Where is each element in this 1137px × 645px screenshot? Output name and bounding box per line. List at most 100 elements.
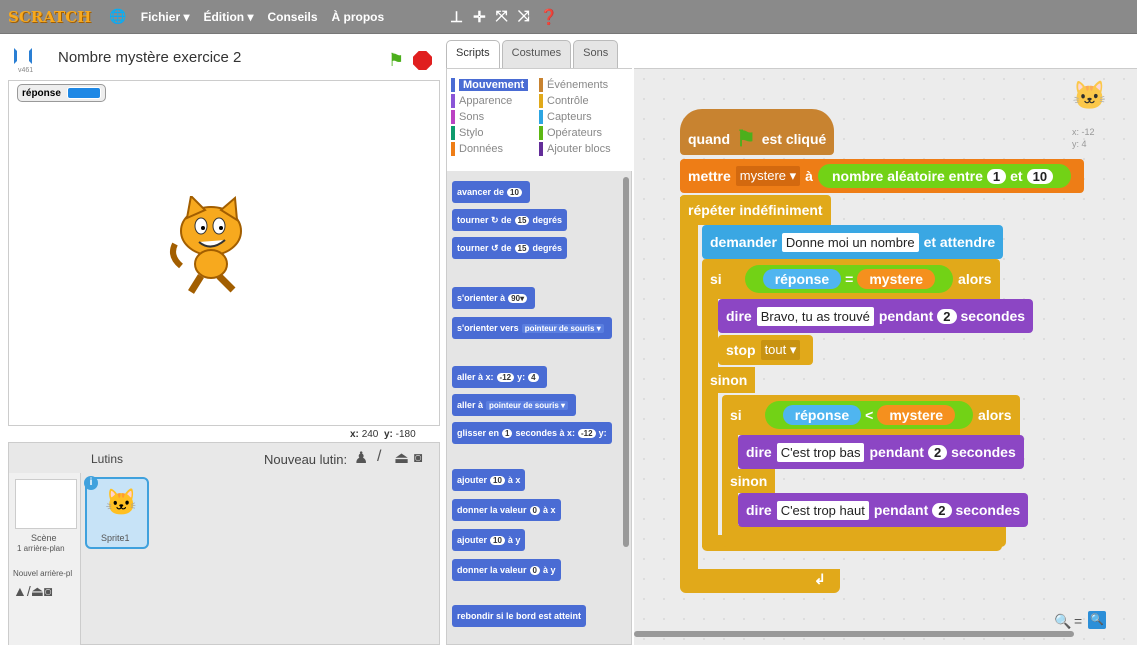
grow-icon[interactable]: ⤧	[496, 8, 508, 26]
zoom-in-icon[interactable]: 🔍	[1088, 611, 1106, 629]
block-tourner-droite[interactable]: tourner ↻ de 15 degrés	[452, 209, 567, 231]
block-tourner-gauche[interactable]: tourner ↺ de 15 degrés	[452, 237, 567, 259]
random-block[interactable]: nombre aléatoire entre 1 et 10	[817, 164, 1072, 188]
stage-header: v461 Nombre mystère exercice 2 ⚑	[8, 40, 440, 80]
say-block-3[interactable]: dire C'est trop haut pendant 2 secondes	[738, 493, 1029, 527]
equals-operator[interactable]: réponse = mystere	[744, 265, 954, 293]
stage[interactable]: réponse	[8, 80, 440, 426]
category-operateurs[interactable]: Opérateurs	[539, 125, 627, 141]
tab-sounds[interactable]: Sons	[573, 40, 619, 68]
horizontal-scrollbar[interactable]	[634, 631, 1074, 637]
stop-block[interactable]: stop tout ▾	[718, 335, 814, 365]
block-avancer[interactable]: avancer de 10	[452, 181, 530, 203]
else-label-2: sinon	[722, 469, 776, 493]
variable-monitor[interactable]: réponse	[17, 84, 106, 102]
else-label-1: sinon	[702, 367, 756, 393]
ask-block[interactable]: demander Donne moi un nombre et attendre	[702, 225, 1004, 259]
category-controle[interactable]: Contrôle	[539, 93, 627, 109]
palette-scrollbar[interactable]	[623, 177, 629, 547]
new-sprite-label: Nouveau lutin:	[264, 452, 348, 467]
paint-icon[interactable]: /	[377, 448, 381, 466]
random-max-input[interactable]: 10	[1026, 168, 1054, 184]
block-donner-y[interactable]: donner la valeur 0 à y	[452, 559, 561, 581]
random-min-input[interactable]: 1	[986, 168, 1007, 184]
sprite-library-icon[interactable]: ♟	[354, 448, 368, 468]
if-block-2-bottom	[722, 525, 1006, 547]
zoom-reset-icon[interactable]: =	[1074, 613, 1082, 629]
block-donner-x[interactable]: donner la valeur 0 à x	[452, 499, 561, 521]
upload-icon[interactable]: ⏏	[394, 448, 409, 468]
globe-icon[interactable]: 🌐	[109, 8, 126, 25]
seconds-input-2[interactable]: 2	[927, 444, 948, 460]
stage-coordinates: x: 240 y: -180	[350, 429, 416, 440]
block-orienter-vers[interactable]: s'orienter vers pointeur de souris ▾	[452, 317, 612, 339]
when-flag-clicked-block[interactable]: quand ⚑ est cliqué	[680, 109, 835, 155]
scene-thumbnail[interactable]	[15, 479, 77, 529]
stop-icon[interactable]	[413, 51, 432, 70]
cut-icon[interactable]: ✛	[473, 8, 486, 26]
less-than-operator[interactable]: réponse < mystere	[764, 401, 974, 429]
scene-panel[interactable]: Scène 1 arrière-plan Nouvel arrière-pl ▲…	[9, 473, 81, 645]
block-ajouter-y[interactable]: ajouter 10 à y	[452, 529, 526, 551]
forever-block[interactable]: répéter indéfiniment	[680, 195, 831, 225]
set-variable-block[interactable]: mettre mystere ▾ à nombre aléatoire entr…	[680, 159, 1085, 193]
category-apparence[interactable]: Apparence	[451, 93, 539, 109]
block-rebondir[interactable]: rebondir si le bord est atteint	[452, 605, 587, 627]
green-flag-icon: ⚑	[736, 126, 756, 151]
menu-file[interactable]: Fichier ▾	[141, 10, 190, 24]
seconds-input-3[interactable]: 2	[932, 502, 952, 518]
cat-sprite-icon[interactable]	[161, 196, 261, 296]
duplicate-icon[interactable]: ⊥	[450, 8, 463, 26]
forever-loop-bottom[interactable]: ↲	[680, 569, 840, 593]
category-stylo[interactable]: Stylo	[451, 125, 539, 141]
block-glisser[interactable]: glisser en 1 secondes à x: -12 y:	[452, 422, 612, 444]
category-donnees[interactable]: Données	[451, 141, 539, 157]
fullscreen-icon[interactable]	[14, 48, 32, 64]
new-backdrop-label: Nouvel arrière-pl	[13, 569, 73, 578]
ask-text-input[interactable]: Donne moi un nombre	[781, 232, 919, 252]
menu-about[interactable]: À propos	[332, 10, 385, 24]
sprite-x-readout: x: -12	[1072, 127, 1095, 137]
variable-dropdown[interactable]: mystere ▾	[735, 166, 801, 186]
project-title[interactable]: Nombre mystère exercice 2	[58, 49, 241, 66]
green-flag-icon[interactable]: ⚑	[388, 50, 404, 71]
version-label: v461	[18, 67, 34, 74]
help-icon[interactable]: ❓	[540, 8, 559, 26]
block-aller-xy[interactable]: aller à x: -12 y: 4	[452, 366, 547, 388]
say-text-input-2[interactable]: C'est trop bas	[776, 442, 865, 462]
sprite-y-readout: y: 4	[1072, 139, 1087, 149]
forever-loop-body	[680, 197, 698, 587]
tab-costumes[interactable]: Costumes	[501, 40, 572, 68]
block-orienter[interactable]: s'orienter à 90▾	[452, 287, 536, 309]
scratch-logo[interactable]: SCRATCH	[8, 8, 91, 26]
category-list: Mouvement Événements Apparence Contrôle …	[447, 69, 633, 171]
scripts-area[interactable]: ↲ quand ⚑ est cliqué mettre mystere ▾ à …	[634, 68, 1137, 645]
info-icon[interactable]: i	[84, 476, 98, 490]
menu-tips[interactable]: Conseils	[267, 10, 317, 24]
category-sons[interactable]: Sons	[451, 109, 539, 125]
zoom-out-icon[interactable]: 🔍	[1054, 613, 1071, 630]
say-text-input-1[interactable]: Bravo, tu as trouvé	[756, 306, 874, 326]
category-evenements[interactable]: Événements	[539, 77, 627, 93]
sprites-header: Lutins	[91, 452, 124, 466]
category-capteurs[interactable]: Capteurs	[539, 109, 627, 125]
sprite1-thumbnail[interactable]: i 🐱 Sprite1	[84, 476, 149, 549]
loop-arrow-icon: ↲	[814, 571, 826, 587]
sprite-corner-icon: 🐱	[1072, 80, 1107, 111]
stop-dropdown[interactable]: tout ▾	[760, 340, 801, 360]
seconds-input-1[interactable]: 2	[937, 308, 957, 324]
shrink-icon[interactable]: ⤨	[518, 8, 530, 26]
if-block-1[interactable]: si réponse = mystere alors	[702, 259, 1000, 299]
block-aller-a[interactable]: aller à pointeur de souris ▾	[452, 394, 577, 416]
say-block-1[interactable]: dire Bravo, tu as trouvé pendant 2 secon…	[718, 299, 1034, 333]
block-ajouter-x[interactable]: ajouter 10 à x	[452, 469, 526, 491]
category-mouvement[interactable]: Mouvement	[451, 77, 539, 93]
say-text-input-3[interactable]: C'est trop haut	[776, 500, 869, 520]
menu-edit[interactable]: Édition ▾	[203, 10, 253, 24]
backdrop-tools-icon[interactable]: ▲/⏏◙	[13, 583, 52, 600]
category-ajouter-blocs[interactable]: Ajouter blocs	[539, 141, 627, 157]
say-block-2[interactable]: dire C'est trop bas pendant 2 secondes	[738, 435, 1024, 469]
tab-scripts[interactable]: Scripts	[446, 40, 500, 68]
if-block-2[interactable]: si réponse < mystere alors	[722, 395, 1020, 435]
camera-icon[interactable]: ◙	[414, 449, 422, 465]
